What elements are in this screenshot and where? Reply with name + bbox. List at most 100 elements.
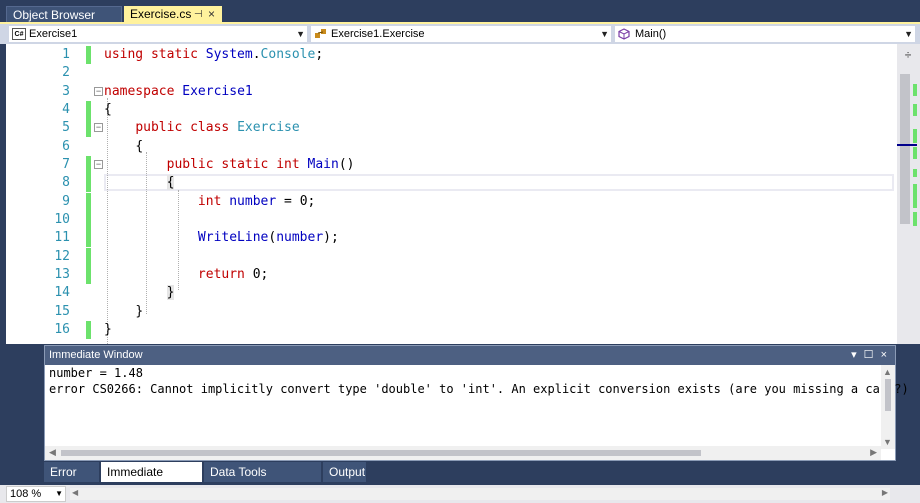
scrollbar-thumb[interactable] — [61, 450, 701, 456]
change-marker — [86, 101, 91, 119]
code-line: 7 − public static int Main() — [6, 156, 897, 174]
keyword: namespace — [104, 84, 175, 99]
change-marker — [86, 156, 91, 174]
pin-icon[interactable]: ⊣ — [194, 6, 203, 23]
immediate-window-output[interactable]: number = 1.48 error CS0266: Cannot implic… — [49, 365, 909, 397]
tab-immediate-window[interactable]: Immediate Window — [101, 462, 203, 499]
line-number: 10 — [54, 212, 70, 227]
brace: } — [135, 304, 144, 319]
code-line: 13 return 0; — [6, 266, 897, 284]
class-dropdown-value: Exercise1.Exercise — [331, 28, 425, 40]
line-number: 3 — [62, 84, 70, 99]
scroll-change-marker — [913, 212, 917, 226]
output-line: number = 1.48 — [49, 366, 143, 380]
line-number: 6 — [62, 139, 70, 154]
window-controls-icon[interactable]: ▾ ☐ × — [851, 346, 889, 365]
change-marker — [86, 193, 91, 211]
line-number: 7 — [62, 157, 70, 172]
immediate-window-title: Immediate Window — [49, 349, 143, 361]
member-dropdown[interactable]: Main() ▼ — [614, 25, 916, 43]
code-line: 8 { — [6, 174, 897, 192]
number-literal: 0 — [244, 267, 261, 282]
code-text: int number = 0; — [104, 193, 315, 211]
editor-horizontal-scrollbar[interactable]: ◀ ▶ — [70, 488, 890, 500]
punctuation: ); — [323, 230, 339, 245]
identifier: number — [229, 194, 277, 209]
zoom-level: 108 % — [10, 488, 42, 500]
code-line: 9 int number = 0; — [6, 193, 897, 211]
punctuation: () — [338, 157, 355, 172]
scroll-change-marker — [913, 184, 917, 208]
code-text: { — [104, 101, 112, 119]
keyword: public static int — [166, 157, 300, 172]
number-literal: 0 — [299, 194, 308, 209]
identifier: Main — [307, 157, 339, 172]
line-number: 1 — [62, 47, 70, 62]
change-marker — [86, 119, 91, 137]
type-name: Console — [260, 47, 316, 62]
scroll-change-marker — [913, 147, 917, 159]
tab-output[interactable]: Output — [323, 462, 367, 482]
code-line: 6 { — [6, 138, 897, 156]
class-dropdown[interactable]: Exercise1.Exercise ▼ — [310, 25, 612, 43]
code-text: namespace Exercise1 — [104, 83, 253, 101]
tab-error-list[interactable]: Error List — [44, 462, 100, 499]
immediate-vertical-scrollbar[interactable]: ▲ ▼ — [881, 365, 895, 449]
keyword: return — [197, 267, 245, 282]
collapse-icon[interactable]: − — [94, 87, 103, 96]
scroll-right-icon[interactable]: ▶ — [870, 447, 877, 458]
line-number: 12 — [54, 249, 70, 264]
code-line: 1 using static System.Console; — [6, 46, 897, 64]
collapse-icon[interactable]: − — [94, 160, 103, 169]
chevron-down-icon: ▼ — [296, 29, 305, 39]
collapse-icon[interactable]: − — [94, 123, 103, 132]
change-marker — [86, 321, 91, 339]
scroll-up-icon[interactable]: ▲ — [883, 367, 892, 377]
code-text: return 0; — [104, 266, 268, 284]
scroll-left-icon[interactable]: ◀ — [49, 447, 56, 458]
csharp-project-icon: C# — [12, 28, 26, 40]
line-number: 13 — [54, 267, 70, 282]
project-dropdown[interactable]: C# Exercise1 ▼ — [8, 25, 308, 43]
chevron-down-icon: ▼ — [55, 489, 63, 498]
tab-label: Output — [329, 465, 366, 479]
caret-position-marker — [897, 144, 917, 146]
zoom-dropdown[interactable]: 108 % ▼ — [6, 486, 66, 502]
member-dropdown-value: Main() — [635, 28, 667, 40]
scroll-change-marker — [913, 129, 917, 143]
scroll-down-icon[interactable]: ▼ — [883, 437, 892, 447]
scroll-right-icon[interactable]: ▶ — [882, 488, 888, 497]
tab-data-tools-operations[interactable]: Data Tools Operations — [204, 462, 322, 499]
editor-status-row: 108 % ▼ ◀ ▶ — [0, 485, 920, 503]
scroll-change-marker — [913, 104, 917, 116]
code-line: 16 } — [6, 321, 897, 339]
brace: { — [135, 139, 144, 154]
tab-exercise-cs[interactable]: Exercise.cs ⊣ × — [124, 6, 222, 23]
code-editor[interactable]: 1 using static System.Console; 2 3 − nam… — [0, 44, 897, 350]
scroll-change-marker — [913, 169, 917, 177]
code-text: } — [104, 284, 175, 302]
punctuation: = — [276, 194, 300, 209]
immediate-horizontal-scrollbar[interactable]: ◀ ▶ — [45, 446, 881, 460]
change-marker — [86, 248, 91, 266]
code-text: WriteLine(number); — [104, 229, 339, 247]
tab-object-browser-label: Object Browser — [13, 8, 96, 22]
close-icon[interactable]: × — [208, 6, 215, 23]
code-text: public class Exercise — [104, 119, 299, 137]
code-line: 12 — [6, 248, 897, 266]
line-number: 15 — [54, 304, 70, 319]
scroll-left-icon[interactable]: ◀ — [72, 488, 78, 497]
tab-object-browser[interactable]: Object Browser — [6, 6, 122, 23]
line-number: 11 — [54, 230, 70, 245]
project-dropdown-value: Exercise1 — [29, 28, 78, 40]
scrollbar-thumb[interactable] — [900, 74, 910, 224]
punctuation: ; — [260, 267, 269, 282]
scrollbar-thumb[interactable] — [885, 379, 891, 411]
change-marker — [86, 46, 91, 64]
document-tab-strip: Object Browser Exercise.cs ⊣ × — [0, 0, 920, 24]
line-number: 2 — [62, 65, 70, 80]
editor-vertical-scrollbar[interactable]: ÷ — [897, 44, 920, 344]
code-line: 5 − public class Exercise — [6, 119, 897, 137]
split-window-icon[interactable]: ÷ — [901, 48, 915, 62]
code-text: using static System.Console; — [104, 46, 323, 64]
